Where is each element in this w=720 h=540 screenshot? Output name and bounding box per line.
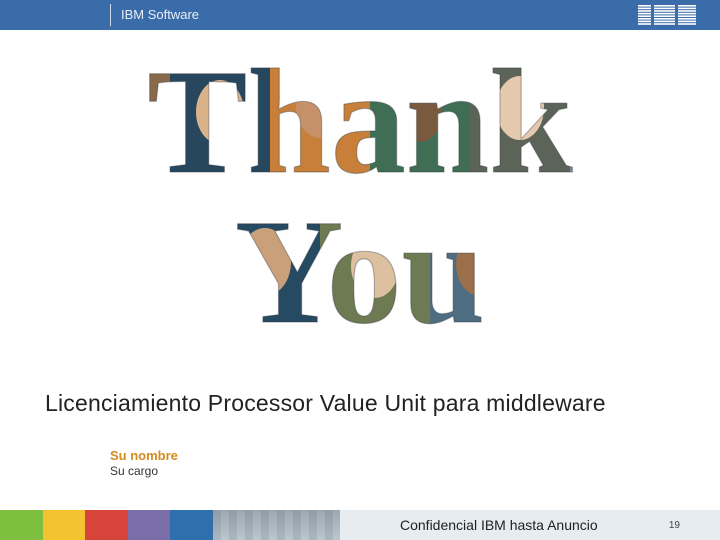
page-number: 19 bbox=[669, 520, 680, 531]
header-bar: IBM Software bbox=[0, 0, 720, 30]
header-left: IBM Software bbox=[0, 0, 199, 30]
footer-color-strip bbox=[0, 510, 340, 540]
header-divider bbox=[110, 4, 111, 26]
footer-seg-yellow bbox=[43, 510, 86, 540]
ibm-logo-icon bbox=[638, 5, 696, 25]
footer-right: Confidencial IBM hasta Anuncio 19 bbox=[340, 510, 720, 540]
slide: IBM Software bbox=[0, 0, 720, 540]
svg-text:You: You bbox=[235, 189, 485, 352]
footer-seg-green bbox=[0, 510, 43, 540]
footer-bar: Confidencial IBM hasta Anuncio 19 bbox=[0, 510, 720, 540]
footer-seg-blue bbox=[170, 510, 213, 540]
header-product-line: IBM Software bbox=[121, 0, 199, 30]
presenter-name: Su nombre bbox=[110, 448, 178, 463]
svg-text:Thank: Thank bbox=[147, 42, 573, 205]
footer-seg-photo bbox=[213, 510, 341, 540]
footer-seg-purple bbox=[128, 510, 171, 540]
presenter-role: Su cargo bbox=[110, 464, 158, 478]
confidentiality-text: Confidencial IBM hasta Anuncio bbox=[400, 517, 598, 533]
slide-title: Licenciamiento Processor Value Unit para… bbox=[45, 390, 606, 417]
thank-you-graphic: Thank You bbox=[60, 42, 660, 352]
footer-seg-red bbox=[85, 510, 128, 540]
